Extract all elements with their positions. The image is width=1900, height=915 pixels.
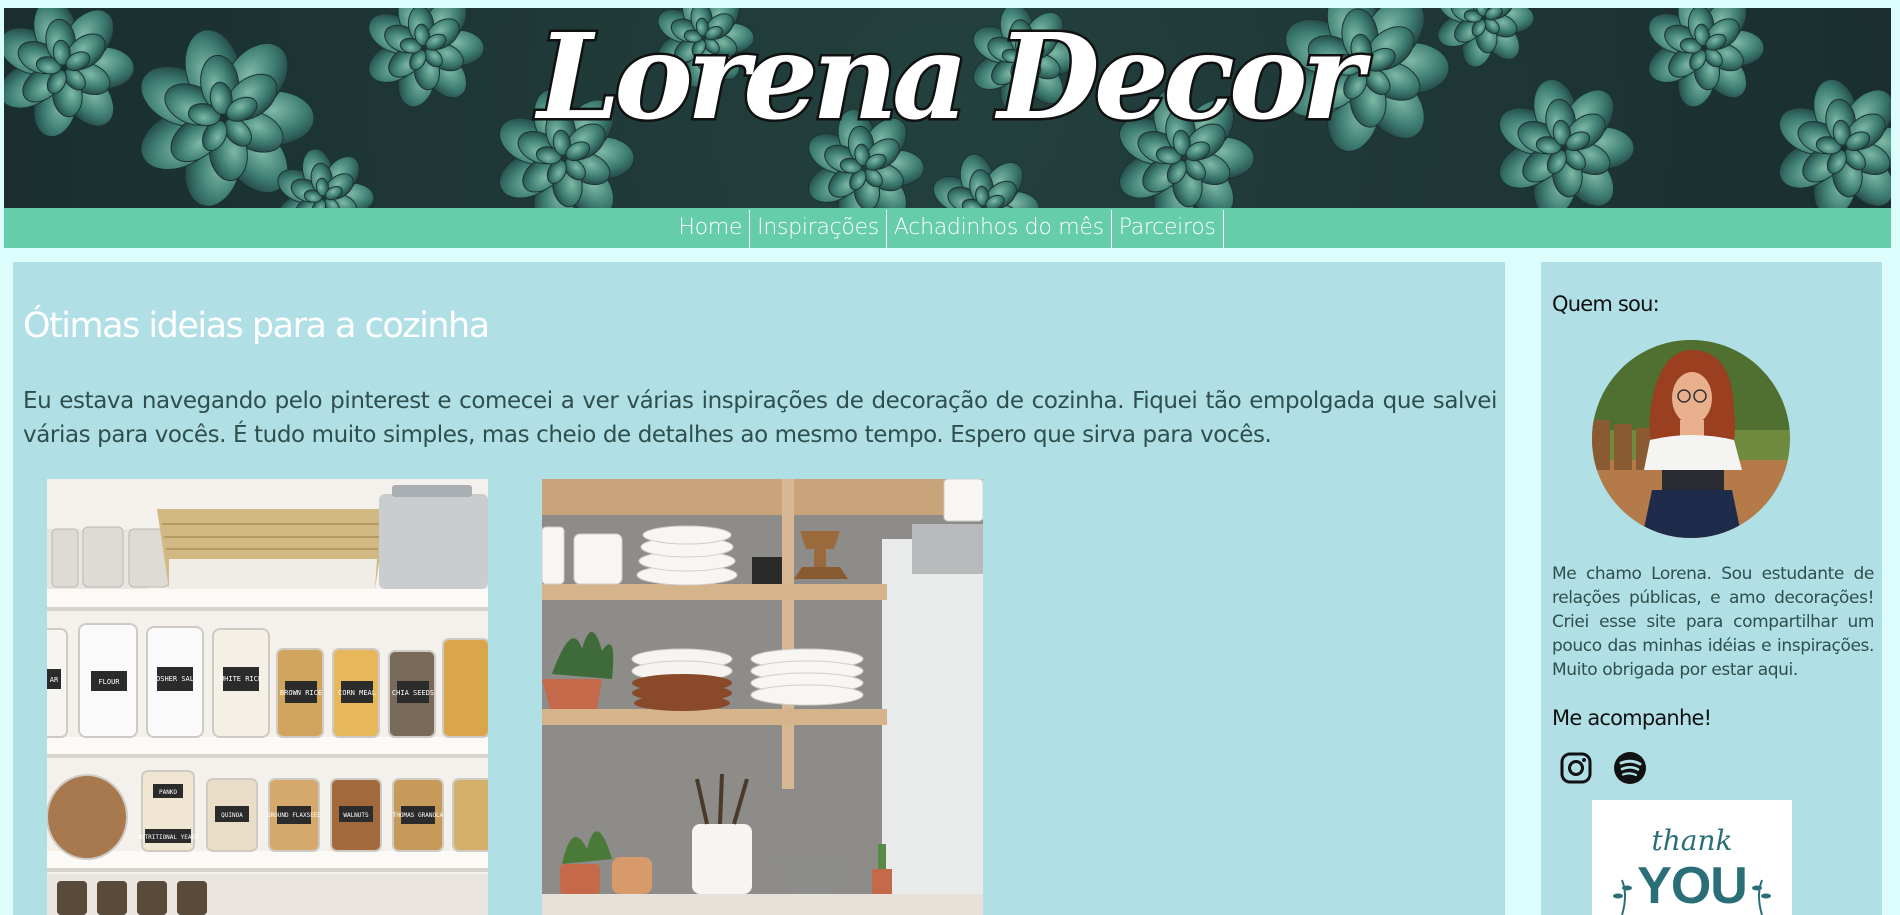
svg-text:GROUND FLAXSEED: GROUND FLAXSEED xyxy=(267,812,322,819)
main-navbar: Home Inspirações Achadinhos do mês Parce… xyxy=(4,208,1891,248)
kitchen-shelves-photo[interactable] xyxy=(542,479,983,915)
post-title: Ótimas ideias para a cozinha xyxy=(23,306,490,346)
about-heading: Quem sou: xyxy=(1552,292,1660,316)
post-body: Eu estava navegando pelo pinterest e com… xyxy=(23,388,1497,448)
nav-parceiros[interactable]: Parceiros xyxy=(1112,210,1224,248)
sidebar: Quem sou: Me chamo Lorena. Sou estudante… xyxy=(1541,262,1882,915)
bio-text: Me chamo Lorena. Sou estudante de relaçõ… xyxy=(1552,564,1874,680)
follow-heading: Me acompanhe! xyxy=(1552,706,1712,730)
svg-text:AR: AR xyxy=(50,676,59,684)
nav-inspiracoes[interactable]: Inspirações xyxy=(750,210,887,248)
svg-text:NUTRITIONAL YEAST: NUTRITIONAL YEAST xyxy=(137,834,199,841)
svg-text:WALNUTS: WALNUTS xyxy=(343,812,369,819)
header-banner: Lorena Decor xyxy=(4,8,1891,208)
pantry-jars-photo[interactable]: AR FLOUR KOSHER SALT WHITE RICE BROWN RI… xyxy=(47,479,488,915)
svg-text:WHITE RICE: WHITE RICE xyxy=(220,675,262,683)
instagram-icon[interactable] xyxy=(1558,750,1594,786)
thank-you-image: thank YOU xyxy=(1592,800,1792,915)
post-panel: Ótimas ideias para a cozinha Eu estava n… xyxy=(13,262,1505,915)
svg-text:FLOUR: FLOUR xyxy=(98,678,120,686)
profile-avatar xyxy=(1592,340,1790,538)
svg-text:CHIA SEEDS: CHIA SEEDS xyxy=(392,689,434,697)
svg-text:PANKO: PANKO xyxy=(159,789,177,796)
spotify-icon[interactable] xyxy=(1612,750,1648,786)
page: Lorena Decor Home Inspirações Achadinhos… xyxy=(0,0,1900,915)
nav-home[interactable]: Home xyxy=(671,210,751,248)
site-logo[interactable]: Lorena Decor xyxy=(4,15,1891,138)
svg-text:BROWN RICE: BROWN RICE xyxy=(280,689,322,697)
nav-achadinhos[interactable]: Achadinhos do mês xyxy=(887,210,1112,248)
svg-text:KOSHER SALT: KOSHER SALT xyxy=(152,675,199,683)
svg-text:CORN MEAL: CORN MEAL xyxy=(338,689,376,697)
svg-text:QUINOA: QUINOA xyxy=(221,812,243,819)
svg-text:THOMAS GRANOLA: THOMAS GRANOLA xyxy=(393,812,444,819)
